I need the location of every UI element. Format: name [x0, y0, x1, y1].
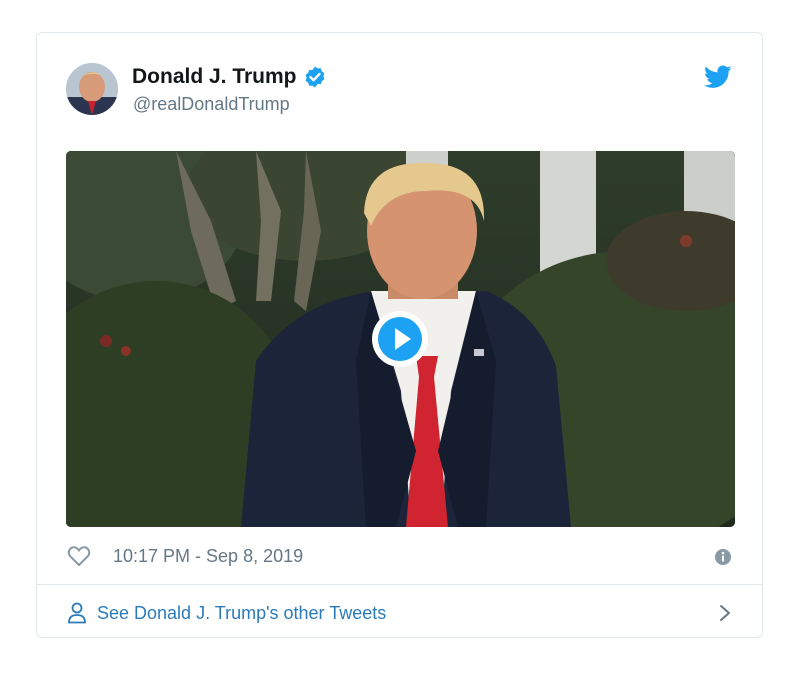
see-other-tweets-label[interactable]: See Donald J. Trump's other Tweets — [97, 603, 386, 624]
divider — [37, 584, 762, 585]
info-icon[interactable] — [714, 548, 732, 566]
avatar[interactable] — [66, 63, 118, 115]
play-icon[interactable] — [370, 309, 430, 369]
chevron-right-icon[interactable] — [718, 603, 732, 623]
tweet-footer: 10:17 PM - Sep 8, 2019 — [67, 541, 732, 571]
heart-icon[interactable] — [67, 545, 91, 567]
video-player[interactable] — [66, 151, 735, 527]
person-icon — [68, 602, 86, 624]
twitter-bird-icon[interactable] — [704, 65, 732, 89]
author-handle[interactable]: @realDonaldTrump — [133, 94, 290, 115]
author-name-row[interactable]: Donald J. Trump — [132, 65, 327, 89]
verified-badge-icon — [305, 66, 324, 88]
tweet-timestamp[interactable]: 10:17 PM - Sep 8, 2019 — [113, 546, 303, 567]
author-name[interactable]: Donald J. Trump — [132, 65, 297, 89]
see-other-tweets-link[interactable]: See Donald J. Trump's other Tweets — [67, 598, 732, 628]
tweet-embed-card: Donald J. Trump @realDonaldTrump 10:17 P… — [36, 32, 763, 638]
